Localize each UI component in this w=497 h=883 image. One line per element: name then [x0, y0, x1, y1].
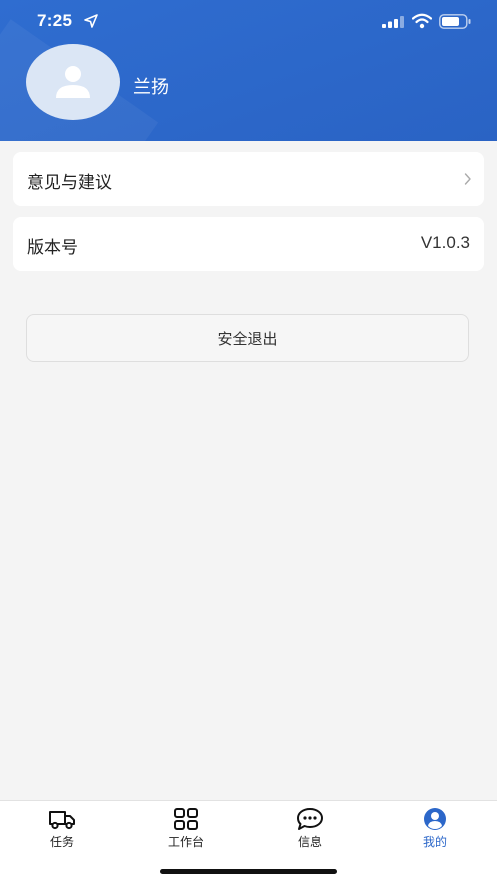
avatar[interactable] [26, 44, 120, 120]
cellular-signal-icon [382, 16, 404, 28]
version-label: 版本号 [27, 238, 78, 258]
wifi-icon [412, 13, 432, 29]
chat-icon [297, 808, 323, 830]
user-circle-icon [424, 808, 446, 830]
version-item: 版本号 V1.0.3 [13, 217, 484, 271]
profile-header: 7:25 兰扬 [0, 0, 497, 141]
home-indicator [160, 869, 337, 874]
chevron-right-icon [464, 173, 471, 185]
status-time: 7:25 [37, 11, 73, 30]
tab-workbench[interactable]: 工作台 [136, 807, 236, 851]
tab-label: 我的 [422, 835, 447, 849]
tab-label: 任务 [49, 835, 74, 849]
tab-messages[interactable]: 信息 [260, 807, 360, 851]
tab-mine[interactable]: 我的 [385, 807, 485, 851]
battery-icon [439, 14, 471, 29]
logout-button[interactable]: 安全退出 [26, 314, 469, 362]
tab-label: 工作台 [167, 835, 204, 849]
tab-label: 信息 [297, 835, 322, 849]
feedback-label: 意见与建议 [27, 173, 112, 193]
feedback-item[interactable]: 意见与建议 [13, 152, 484, 206]
version-value: V1.0.3 [420, 233, 470, 252]
truck-icon [49, 811, 75, 830]
tab-tasks[interactable]: 任务 [12, 807, 112, 851]
location-arrow-icon [84, 14, 98, 28]
status-bar: 7:25 [0, 0, 497, 44]
user-silhouette-icon [56, 66, 90, 98]
grid-icon [174, 808, 198, 830]
user-name: 兰扬 [133, 77, 169, 98]
